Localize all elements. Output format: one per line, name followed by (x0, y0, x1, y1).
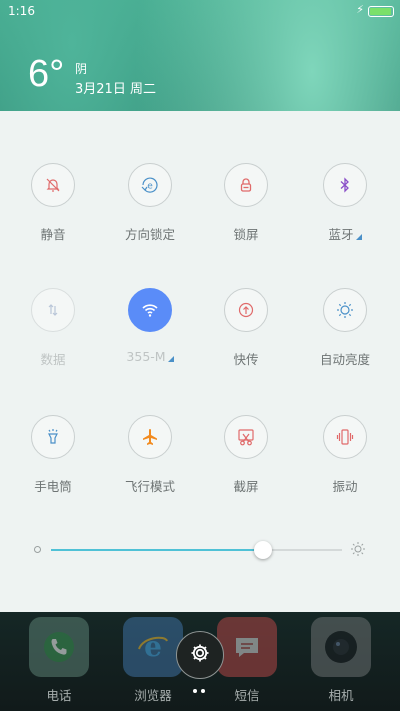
gear-icon (189, 642, 211, 668)
app-phone[interactable]: 电话 (19, 617, 99, 704)
status-time: 1:16 (8, 4, 35, 18)
settings-button[interactable] (176, 631, 224, 679)
toggle-mobile-data[interactable]: 数据 (8, 288, 98, 378)
toggle-label: 飞行模式 (124, 479, 175, 494)
expand-indicator-icon (167, 356, 174, 362)
weather-date: 3月21日 周二 (75, 82, 156, 97)
battery-level (370, 8, 391, 15)
weather-temperature: 6° (28, 53, 65, 95)
toggle-auto-brightness[interactable]: 自动亮度 (300, 288, 390, 378)
toggle-label: 快传 (233, 352, 259, 367)
toggle-label: 锁屏 (233, 227, 259, 242)
auto-brightness-icon (323, 288, 367, 332)
app-label: 电话 (46, 688, 72, 703)
status-bar: 1:16 ⚡ (0, 0, 400, 22)
app-camera[interactable]: 相机 (301, 617, 381, 704)
home-dock: 电话 e 浏览器 短信 相机 (0, 612, 400, 711)
page-indicator (193, 689, 209, 695)
svg-text:e: e (144, 630, 162, 663)
toggle-label: 自动亮度 (319, 352, 370, 367)
toggle-label: 355-M (105, 349, 195, 364)
weather-condition: 阴 (75, 62, 88, 76)
toggle-wifi[interactable]: 355-M (105, 288, 195, 378)
vibrate-icon (323, 415, 367, 459)
toggle-label: 截屏 (233, 479, 259, 494)
rotation-lock-icon: e (128, 163, 172, 207)
expand-indicator-icon (355, 234, 362, 240)
toggle-label: 手电筒 (34, 479, 72, 494)
app-label: 浏览器 (134, 688, 172, 703)
bluetooth-icon (323, 163, 367, 207)
lock-icon (224, 163, 268, 207)
screenshot-icon (224, 415, 268, 459)
brightness-high-icon (350, 541, 366, 561)
toggle-label: 静音 (40, 227, 66, 242)
toggle-label: 蓝牙 (300, 224, 390, 243)
quick-transfer-icon (224, 288, 268, 332)
flashlight-icon (31, 415, 75, 459)
mobile-data-icon (31, 288, 75, 332)
brightness-slider[interactable] (30, 538, 370, 562)
toggle-label: 方向锁定 (124, 227, 175, 242)
toggle-quick-transfer[interactable]: 快传 (201, 288, 291, 378)
messages-icon (217, 617, 277, 677)
battery-icon (368, 6, 394, 17)
phone-icon (29, 617, 89, 677)
brightness-low-icon (34, 546, 41, 553)
browser-icon: e (123, 617, 183, 677)
toggle-label-text: 355-M (126, 349, 166, 364)
toggle-lock-screen[interactable]: 锁屏 (201, 163, 291, 253)
page-dot (201, 689, 205, 693)
weather-widget[interactable]: 6° 阴 3月21日 周二 (28, 53, 156, 97)
wifi-icon (128, 288, 172, 332)
charging-icon: ⚡ (356, 3, 364, 16)
toggle-label: 数据 (40, 352, 66, 367)
brightness-track[interactable] (51, 541, 342, 559)
toggle-rotation-lock[interactable]: e 方向锁定 (105, 163, 195, 253)
toggle-screenshot[interactable]: 截屏 (201, 415, 291, 505)
brightness-fill (51, 549, 263, 551)
toggle-vibrate[interactable]: 振动 (300, 415, 390, 505)
app-label: 相机 (328, 688, 354, 703)
toggle-mute[interactable]: 静音 (8, 163, 98, 253)
toggle-label: 振动 (332, 479, 358, 494)
bell-off-icon (31, 163, 75, 207)
toggle-airplane-mode[interactable]: 飞行模式 (105, 415, 195, 505)
page-dot (193, 689, 197, 693)
svg-text:e: e (147, 182, 153, 192)
quick-settings-panel: 静音 e 方向锁定 锁屏 蓝牙 数据 355-M 快传 自动亮度 手电筒 飞行模… (0, 111, 400, 612)
brightness-thumb[interactable] (254, 541, 272, 559)
camera-icon (311, 617, 371, 677)
toggle-bluetooth[interactable]: 蓝牙 (300, 163, 390, 253)
toggle-label-text: 蓝牙 (328, 227, 354, 242)
app-label: 短信 (234, 688, 260, 703)
airplane-icon (128, 415, 172, 459)
toggle-flashlight[interactable]: 手电筒 (8, 415, 98, 505)
